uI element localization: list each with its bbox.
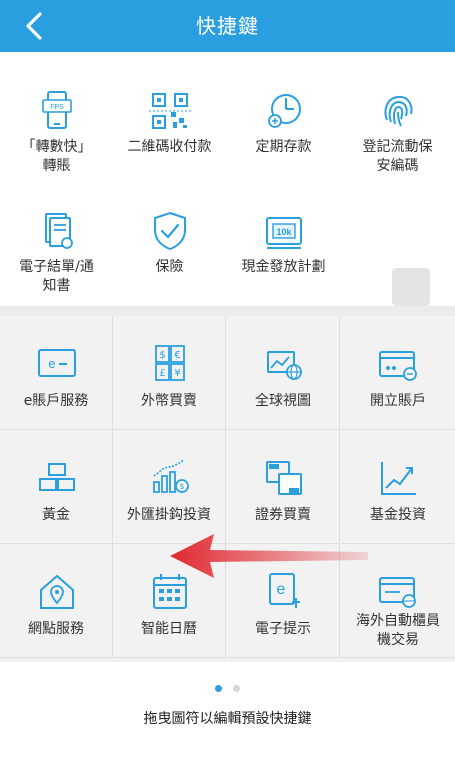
open-account-icon [379, 351, 417, 381]
grid-item-label: 基金投資 [370, 507, 426, 523]
grid-item-label: 智能日曆 [141, 621, 197, 637]
grid-item-gold[interactable]: 黃金 [0, 430, 113, 544]
grid-item-label: 電子提示 [255, 621, 311, 637]
currency-exchange-icon: $ € £ ¥ [155, 345, 185, 381]
drag-hint-text: 拖曳圖符以編輯預設快捷鍵 [143, 711, 312, 727]
grid-item-branch-service[interactable]: 網點服務 [0, 544, 113, 658]
active-shortcuts: FPS 「轉數快」 轉賬 二維碼收付款 定期存款 登記流動保 安編碼 電子結單/… [0, 52, 455, 306]
e-alert-icon: e [269, 573, 300, 608]
shortcut-time-deposit[interactable]: 定期存款 [227, 52, 340, 172]
shortcut-cash-payout[interactable]: 10k 現金發放計劃 [227, 186, 340, 306]
cash-payout-icon: 10k [266, 217, 302, 249]
grid-item-label: 網點服務 [28, 621, 84, 637]
page-dot-active[interactable] [214, 685, 222, 692]
shortcut-fps-transfer[interactable]: FPS 「轉數快」 轉賬 [0, 52, 113, 174]
grid-item-currency-exchange[interactable]: $ € £ ¥ 外幣買賣 [113, 316, 226, 430]
grid-item-label: e賬戶服務 [23, 393, 89, 409]
time-deposit-icon [268, 94, 301, 128]
svg-text:$: $ [159, 350, 165, 361]
svg-text:e: e [277, 581, 286, 598]
shortcut-qr-payment[interactable]: 二維碼收付款 [113, 52, 226, 172]
grid-item-label: 全球視圖 [255, 393, 311, 409]
grid-item-open-account[interactable]: 開立賬戶 [341, 316, 455, 430]
grid-item-e-alert[interactable]: e 電子提示 [227, 544, 340, 658]
grid-item-securities-trading[interactable]: 證券買賣 [227, 430, 340, 544]
shortcut-insurance[interactable]: 保險 [113, 186, 226, 306]
svg-text:€: € [174, 350, 180, 361]
shortcut-label: 電子結單/通 知書 [19, 259, 94, 294]
global-view-icon [267, 351, 302, 380]
grid-item-global-view[interactable]: 全球視圖 [227, 316, 340, 430]
grid-item-label: 外匯掛鈎投資 [127, 507, 211, 523]
grid-item-label: 黃金 [42, 507, 70, 523]
page-dot[interactable] [233, 685, 241, 692]
overseas-atm-icon [379, 577, 416, 608]
back-button[interactable] [14, 6, 54, 46]
grid-item-overseas-atm[interactable]: 海外自動櫃員 機交易 [341, 544, 455, 658]
svg-text:10k: 10k [276, 227, 292, 237]
shortcut-e-statement[interactable]: 電子結單/通 知書 [0, 186, 113, 306]
section-divider [0, 306, 455, 316]
fps-phone-icon: FPS [42, 91, 72, 129]
svg-text:$: $ [179, 482, 184, 491]
grid-item-label: 開立賬戶 [370, 393, 426, 409]
shortcut-label: 現金發放計劃 [241, 259, 326, 275]
shortcut-label: 定期存款 [255, 139, 312, 155]
shortcut-label: 登記流動保 安編碼 [362, 139, 433, 174]
svg-text:e: e [48, 356, 55, 371]
available-shortcuts-grid: e e賬戶服務 $ € £ ¥ 外幣買賣 全球視圖 開立賬戶 黃金 $ 外匯掛鈎… [0, 316, 455, 662]
e-account-icon: e [38, 349, 76, 377]
grid-item-fund-investment[interactable]: 基金投資 [341, 430, 455, 544]
fx-linked-investment-icon: $ [153, 459, 189, 493]
svg-text:¥: ¥ [174, 368, 180, 379]
top-bar: 快捷鍵 [0, 0, 455, 52]
page-title: 快捷鍵 [196, 14, 259, 38]
securities-trading-icon [266, 461, 302, 495]
qr-code-icon [149, 93, 191, 129]
fingerprint-icon [384, 95, 413, 127]
shortcut-mobile-security-code[interactable]: 登記流動保 安編碼 [341, 52, 454, 174]
svg-text:£: £ [159, 368, 165, 379]
grid-item-label: 證券買賣 [255, 507, 311, 523]
chevron-left-icon [26, 12, 42, 40]
branch-location-icon [40, 574, 74, 609]
page-indicator [0, 677, 455, 696]
svg-text:FPS: FPS [50, 104, 64, 111]
shortcut-label: 二維碼收付款 [127, 139, 212, 155]
grid-item-label: 外幣買賣 [141, 393, 197, 409]
shield-check-icon [154, 211, 186, 251]
shortcut-label: 保險 [155, 259, 184, 275]
grid-item-e-account[interactable]: e e賬戶服務 [0, 316, 113, 430]
shortcut-label: 「轉數快」 轉賬 [21, 139, 92, 174]
grid-item-label: 海外自動櫃員 機交易 [356, 613, 440, 648]
empty-shortcut-slot[interactable] [392, 268, 430, 306]
e-statement-icon [45, 213, 73, 249]
grid-item-smart-calendar[interactable]: 智能日曆 [113, 544, 226, 658]
smart-calendar-icon [153, 574, 187, 609]
fund-investment-icon [381, 462, 416, 495]
grid-item-fx-linked-investment[interactable]: $ 外匯掛鈎投資 [113, 430, 226, 544]
gold-bars-icon [39, 463, 75, 491]
